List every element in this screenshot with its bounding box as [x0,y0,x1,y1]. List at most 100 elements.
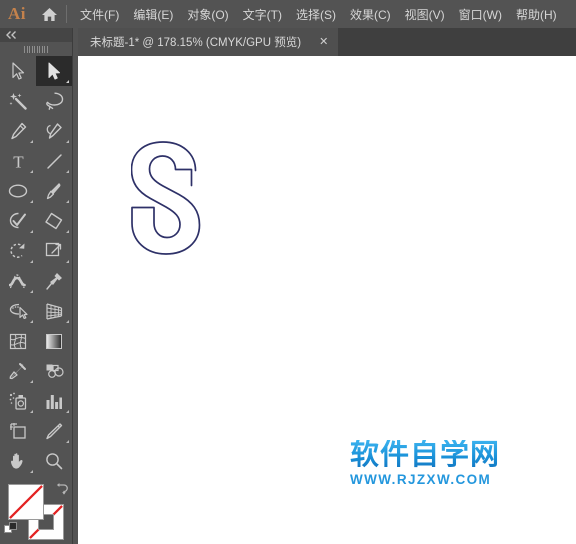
tool-type[interactable]: T [0,146,36,176]
tool-line-segment[interactable] [36,146,72,176]
tool-artboard[interactable] [0,416,36,446]
tool-scale[interactable] [36,236,72,266]
tool-shape-builder[interactable] [0,296,36,326]
shaper-icon [9,212,26,229]
menu-help[interactable]: 帮助(H) [509,4,564,25]
tool-curvature[interactable] [36,116,72,146]
watermark: 软件自学网 WWW.RJZXW.COM [350,440,506,488]
tool-flyout-indicator [66,410,69,413]
tool-paintbrush[interactable] [36,176,72,206]
eraser-icon [45,212,63,230]
menu-select[interactable]: 选择(S) [289,4,343,25]
tool-blend[interactable] [36,356,72,386]
document-tab-title: 未标题-1* @ 178.15% (CMYK/GPU 预览) [90,37,302,49]
tool-selection-alt[interactable] [0,56,36,86]
rotate-icon [10,243,25,258]
tool-flyout-indicator [66,200,69,203]
app-logo-icon: Ai [8,4,26,23]
perspective-grid-icon [46,302,63,320]
toolbar-drag-grip[interactable] [0,42,72,56]
tool-lasso[interactable] [36,86,72,116]
scale-icon [45,242,62,257]
canvas-artboard[interactable]: 软件自学网 WWW.RJZXW.COM [78,56,576,544]
default-fill-stroke-icon[interactable] [4,522,18,536]
tool-flyout-indicator [66,80,69,83]
mesh-icon [9,333,27,349]
tool-slice[interactable] [36,416,72,446]
curvature-pen-icon [46,123,62,139]
default-swatch-glyph [4,522,17,533]
tool-eraser[interactable] [36,206,72,236]
collapse-glyph [6,31,16,39]
letter-s-path[interactable] [131,141,215,255]
none-slash-icon [9,485,43,519]
tool-shaper[interactable] [0,206,36,236]
tool-width[interactable] [0,266,36,296]
lasso-icon [45,92,63,110]
double-chevron-left-icon[interactable] [0,28,72,42]
tool-flyout-indicator [30,380,33,383]
tool-rotate[interactable] [0,236,36,266]
tool-column-graph[interactable] [36,386,72,416]
width-tool-icon [8,273,26,288]
shape-builder-icon [9,303,28,319]
tool-symbol-sprayer[interactable] [0,386,36,416]
letter-s-outline [131,141,201,255]
tool-perspective-grid[interactable] [36,296,72,326]
zoom-magnifier-icon [46,453,63,470]
menu-view[interactable]: 视图(V) [398,4,452,25]
document-tab[interactable]: 未标题-1* @ 178.15% (CMYK/GPU 预览) ✕ [78,28,339,56]
home-icon[interactable] [34,0,64,28]
tool-eyedropper[interactable] [0,356,36,386]
ellipse-icon [8,184,28,198]
menu-edit[interactable]: 编辑(E) [126,4,180,25]
watermark-chinese-text: 软件自学网 [350,440,506,469]
column-graph-icon [46,394,62,409]
tool-flyout-indicator [30,320,33,323]
tool-flyout-indicator [66,260,69,263]
menu-type[interactable]: 文字(T) [236,4,289,25]
menu-effect[interactable]: 效果(C) [343,4,398,25]
tool-mesh[interactable] [0,326,36,356]
tool-ellipse[interactable] [0,176,36,206]
selection-arrow-icon [48,62,60,80]
tools-panel: T [0,28,73,544]
tool-flyout-indicator [30,200,33,203]
tool-selection[interactable] [36,56,72,86]
tool-hand[interactable] [0,446,36,476]
close-icon[interactable]: ✕ [319,36,328,48]
home-glyph [41,7,57,21]
swap-fill-stroke-icon[interactable] [54,482,68,496]
line-segment-icon [46,153,62,169]
tool-free-transform[interactable] [36,266,72,296]
tool-pen[interactable] [0,116,36,146]
menu-file[interactable]: 文件(F) [73,4,126,25]
tool-gradient[interactable] [36,326,72,356]
tool-flyout-indicator [66,170,69,173]
fill-swatch[interactable] [8,484,44,520]
tool-flyout-indicator [66,230,69,233]
menu-window[interactable]: 窗口(W) [452,4,509,25]
pen-icon [11,122,27,140]
menu-object[interactable]: 对象(O) [180,4,235,25]
document-tab-bar: 未标题-1* @ 178.15% (CMYK/GPU 预览) ✕ [78,28,576,56]
svg-text:T: T [13,153,24,170]
tool-zoom[interactable] [36,446,72,476]
puppet-warp-pin-icon [45,273,62,290]
tool-grid: T [0,56,72,476]
hand-icon [11,453,23,469]
eyedropper-icon [9,363,26,380]
tool-flyout-indicator [66,140,69,143]
tool-flyout-indicator [30,410,33,413]
blend-icon [46,364,64,378]
fill-stroke-control [0,482,72,544]
tool-magic-wand[interactable] [0,86,36,116]
slice-knife-icon [46,423,63,440]
swap-arrow-glyph [57,483,68,495]
grip-lines-icon [24,45,48,53]
artboard-icon [10,423,26,439]
illustrator-window: Ai 文件(F) 编辑(E) 对象(O) 文字(T) 选择(S) 效果(C) 视… [0,0,576,544]
magic-wand-icon [9,93,27,110]
menu-separator [66,5,67,23]
type-icon: T [13,153,24,170]
